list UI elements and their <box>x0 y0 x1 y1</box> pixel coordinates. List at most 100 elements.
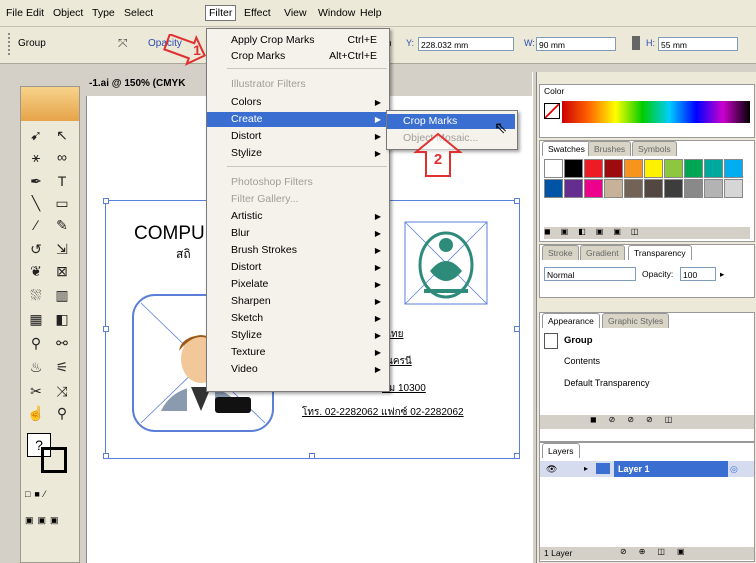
warp-tool-icon[interactable]: ❦ <box>25 261 47 281</box>
menu-item-pixelate[interactable]: Pixelate ▶ <box>207 277 387 292</box>
menu-item-stylize[interactable]: Stylize ▶ <box>207 146 387 161</box>
tab-stroke[interactable]: Stroke <box>542 245 579 260</box>
y-field[interactable]: 228.032 mm <box>418 37 514 51</box>
appearance-group[interactable]: Group <box>564 335 593 346</box>
hand-tool-icon[interactable]: ☝ <box>25 403 47 423</box>
rotate-tool-icon[interactable]: ↺ <box>25 239 47 259</box>
color-panel-tab[interactable]: Color <box>544 86 564 96</box>
menu-select[interactable]: Select <box>124 7 153 19</box>
swatch[interactable] <box>624 179 643 198</box>
magic-wand-tool-icon[interactable]: ⚹ <box>25 147 47 167</box>
menu-item-blur[interactable]: Blur ▶ <box>207 226 387 241</box>
menu-item-artistic[interactable]: Artistic ▶ <box>207 209 387 224</box>
swatch[interactable] <box>684 179 703 198</box>
swatch[interactable] <box>704 159 723 178</box>
opacity-field[interactable]: 100 <box>680 267 716 281</box>
pen-tool-icon[interactable]: ✒ <box>25 171 47 191</box>
selection-handle[interactable] <box>103 326 109 332</box>
swatch[interactable] <box>724 179 743 198</box>
color-spectrum[interactable] <box>562 101 750 123</box>
appearance-footer-icons[interactable]: ◼⊘⊘⊘◫ <box>540 415 754 429</box>
swatch[interactable] <box>644 159 663 178</box>
menu-item-sharpen[interactable]: Sharpen ▶ <box>207 294 387 309</box>
selection-handle[interactable] <box>514 326 520 332</box>
graph-tool-icon[interactable]: ▥ <box>51 285 73 305</box>
appearance-contents[interactable]: Contents <box>564 356 600 366</box>
selection-handle[interactable] <box>514 453 520 459</box>
selection-handle[interactable] <box>309 453 315 459</box>
layers-footer-icons[interactable]: ⊘⊕◫▣ <box>620 547 697 556</box>
stroke-color-icon[interactable] <box>41 447 67 473</box>
scissors-tool-icon[interactable]: ✂ <box>25 381 47 401</box>
menu-item-sketch[interactable]: Sketch ▶ <box>207 311 387 326</box>
blend-tool-icon[interactable]: ⚯ <box>51 333 73 353</box>
menu-item-distort-ps[interactable]: Distort ▶ <box>207 260 387 275</box>
direct-selection-tool-icon[interactable]: ↖ <box>51 125 73 145</box>
swatch[interactable] <box>624 159 643 178</box>
eyedropper-tool-icon[interactable]: ⚲ <box>25 333 47 353</box>
tab-layers[interactable]: Layers <box>542 443 580 458</box>
swatches-footer-icons[interactable]: ◼▣◧▣▣◫ <box>544 227 750 239</box>
appearance-default-transparency[interactable]: Default Transparency <box>564 378 650 388</box>
expand-triangle-icon[interactable]: ▸ <box>584 461 588 477</box>
swatch[interactable] <box>584 179 603 198</box>
visibility-eye-icon[interactable]: 👁 <box>546 461 557 477</box>
mesh-tool-icon[interactable]: ▦ <box>25 309 47 329</box>
scale-tool-icon[interactable]: ⇲ <box>51 239 73 259</box>
tab-gradient[interactable]: Gradient <box>580 245 625 260</box>
live-paint-tool-icon[interactable]: ♨ <box>25 357 47 377</box>
free-transform-tool-icon[interactable]: ⊠ <box>51 261 73 281</box>
live-paint-selection-tool-icon[interactable]: ⚟ <box>51 357 73 377</box>
menu-file[interactable]: File <box>6 7 23 19</box>
lasso-tool-icon[interactable]: ∞ <box>51 147 73 167</box>
selection-handle[interactable] <box>514 198 520 204</box>
w-field[interactable]: 90 mm <box>536 37 616 51</box>
gradient-tool-icon[interactable]: ◧ <box>51 309 73 329</box>
menu-object[interactable]: Object <box>53 7 83 19</box>
paintbrush-tool-icon[interactable]: ∕ <box>25 215 47 235</box>
swatch[interactable] <box>564 159 583 178</box>
selection-tool-icon[interactable]: ➹ <box>25 125 47 145</box>
menu-item-create[interactable]: Create ▶ <box>207 112 387 127</box>
type-tool-icon[interactable]: T <box>51 171 73 191</box>
layer-name[interactable]: Layer 1 <box>614 461 728 477</box>
tab-appearance[interactable]: Appearance <box>542 313 600 328</box>
menu-item-video[interactable]: Video ▶ <box>207 362 387 377</box>
pencil-tool-icon[interactable]: ✎ <box>51 215 73 235</box>
color-mode-icons[interactable]: □■⁄ <box>25 489 75 501</box>
swatch[interactable] <box>544 159 563 178</box>
rectangle-tool-icon[interactable]: ▭ <box>51 193 73 213</box>
swatch[interactable] <box>544 179 563 198</box>
swatch[interactable] <box>604 159 623 178</box>
menu-item-distort[interactable]: Distort ▶ <box>207 129 387 144</box>
transform-icon[interactable]: ⤧ <box>118 36 128 51</box>
swatch[interactable] <box>684 159 703 178</box>
blend-mode-select[interactable]: Normal <box>544 267 636 281</box>
selection-handle[interactable] <box>103 198 109 204</box>
menu-view[interactable]: View <box>284 7 307 19</box>
swatch[interactable] <box>664 159 683 178</box>
tab-transparency[interactable]: Transparency <box>628 245 692 260</box>
layer-target-icon[interactable]: ◎ <box>730 461 738 477</box>
menu-type[interactable]: Type <box>92 7 115 19</box>
menu-item-colors[interactable]: Colors ▶ <box>207 95 387 110</box>
swatch[interactable] <box>644 179 663 198</box>
opacity-slider-icon[interactable]: ▸ <box>720 269 724 280</box>
menu-item-brush-strokes[interactable]: Brush Strokes ▶ <box>207 243 387 258</box>
tab-brushes[interactable]: Brushes <box>588 141 632 156</box>
selection-handle[interactable] <box>103 453 109 459</box>
symbol-sprayer-tool-icon[interactable]: ⛆ <box>25 285 47 305</box>
swatch[interactable] <box>604 179 623 198</box>
menu-window[interactable]: Window <box>318 7 355 19</box>
line-tool-icon[interactable]: ╲ <box>25 193 47 213</box>
tab-graphic-styles[interactable]: Graphic Styles <box>602 313 670 328</box>
menu-item-apply-crop-marks[interactable]: Apply Crop Marks Ctrl+E <box>207 33 387 48</box>
tab-symbols[interactable]: Symbols <box>632 141 677 156</box>
menu-item-crop-marks[interactable]: Crop Marks Alt+Ctrl+E <box>207 49 387 64</box>
tab-swatches[interactable]: Swatches <box>542 141 591 156</box>
none-color-icon[interactable] <box>544 103 560 119</box>
swatch[interactable] <box>584 159 603 178</box>
layer-row[interactable]: 👁 ▸ Layer 1 ◎ <box>540 461 754 477</box>
swatch[interactable] <box>664 179 683 198</box>
zoom-tool-icon[interactable]: ⚲ <box>51 403 73 423</box>
